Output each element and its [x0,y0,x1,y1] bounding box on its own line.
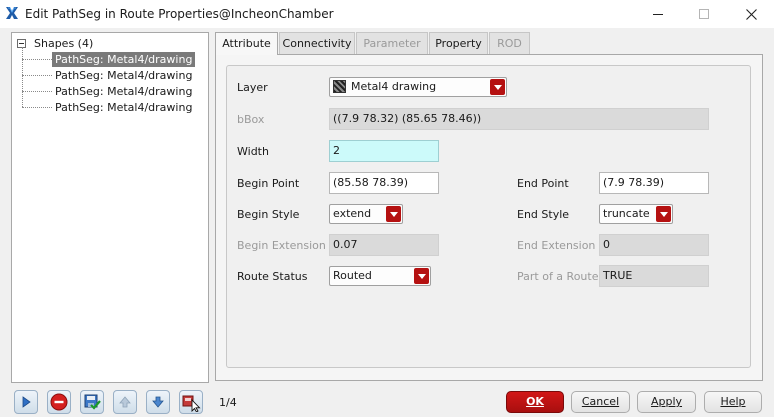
end-extension-label: End Extension [517,239,596,252]
tree-connector [22,106,52,108]
select-cursor-icon [182,395,201,412]
begin-style-label: Begin Style [237,208,300,221]
tree-root[interactable]: Shapes (4) [17,35,93,51]
begin-point-field[interactable]: (85.58 78.39) [329,172,439,194]
tab-connectivity[interactable]: Connectivity [279,32,355,54]
begin-extension-label: Begin Extension [237,239,326,252]
tree-item[interactable]: PathSeg: Metal4/drawing [22,51,196,67]
shapes-tree[interactable]: Shapes (4) PathSeg: Metal4/drawing PathS… [11,32,209,383]
tree-item-label: PathSeg: Metal4/drawing [52,51,196,67]
maximize-icon [698,8,709,19]
help-button[interactable]: Help [704,391,762,413]
width-field[interactable]: 2 [329,140,439,162]
tree-item[interactable]: PathSeg: Metal4/drawing [22,83,195,99]
attribute-panel: Layer Metal4 drawing bBox ((7.9 78.32) (… [215,54,763,381]
tree-item-label: PathSeg: Metal4/drawing [55,100,193,114]
stop-button[interactable] [47,390,71,414]
tree-connector [22,90,52,92]
tree-connector [22,74,52,76]
app-x-icon [6,7,18,19]
end-extension-field: 0 [599,234,709,256]
chevron-down-icon [656,206,671,222]
route-status-select[interactable]: Routed [329,266,431,286]
tree-connector [22,58,52,60]
end-style-label: End Style [517,208,570,221]
tree-item-label: PathSeg: Metal4/drawing [55,84,193,98]
begin-style-select[interactable]: extend [329,204,403,224]
part-of-route-label: Part of a Route [517,270,599,283]
save-check-icon [84,394,101,410]
play-button[interactable] [14,390,38,414]
minimize-icon [652,13,663,15]
move-down-button[interactable] [146,390,170,414]
page-count: 1/4 [219,396,237,409]
play-icon [22,396,31,408]
chevron-down-icon [490,79,505,95]
begin-extension-field: 0.07 [329,234,439,256]
end-style-value: truncate [603,207,650,220]
minimize-button[interactable] [635,0,681,28]
tree-item[interactable]: PathSeg: Metal4/drawing [22,99,195,115]
tree-item-label: PathSeg: Metal4/drawing [55,68,193,82]
attribute-group: Layer Metal4 drawing bBox ((7.9 78.32) (… [226,65,751,368]
chevron-down-icon [414,268,429,284]
tab-parameter: Parameter [356,32,428,54]
part-of-route-field: TRUE [599,265,709,287]
maximize-button [681,0,727,28]
end-point-label: End Point [517,177,569,190]
bbox-field: ((7.9 78.32) (85.65 78.46)) [329,108,709,130]
move-up-button[interactable] [113,390,137,414]
bbox-label: bBox [237,113,265,126]
close-button[interactable] [728,0,774,28]
arrow-up-icon [119,396,131,408]
route-status-label: Route Status [237,270,308,283]
width-label: Width [237,145,269,158]
tree-item[interactable]: PathSeg: Metal4/drawing [22,67,195,83]
stop-icon [50,393,68,411]
cancel-button[interactable]: Cancel [571,391,630,413]
layer-swatch-icon [333,80,346,93]
layer-select[interactable]: Metal4 drawing [329,77,507,97]
end-style-select[interactable]: truncate [599,204,673,224]
title-bar: Edit PathSeg in Route Properties@Incheon… [0,0,774,28]
apply-button[interactable]: Apply [637,391,696,413]
select-tool-button[interactable] [179,390,203,414]
window-title: Edit PathSeg in Route Properties@Incheon… [25,7,334,21]
ok-button[interactable]: OK [506,391,564,413]
tab-property[interactable]: Property [429,32,488,54]
tab-attribute[interactable]: Attribute [215,32,278,55]
tree-root-label: Shapes (4) [34,36,94,50]
begin-style-value: extend [333,207,372,220]
tab-rod: ROD [489,32,530,54]
close-icon [745,8,757,20]
layer-value: Metal4 drawing [351,80,437,93]
arrow-down-icon [152,396,164,408]
end-point-field[interactable]: (7.9 78.39) [599,172,709,194]
begin-point-label: Begin Point [237,177,300,190]
route-status-value: Routed [333,269,372,282]
save-button[interactable] [80,390,104,414]
layer-label: Layer [237,81,268,94]
chevron-down-icon [386,206,401,222]
